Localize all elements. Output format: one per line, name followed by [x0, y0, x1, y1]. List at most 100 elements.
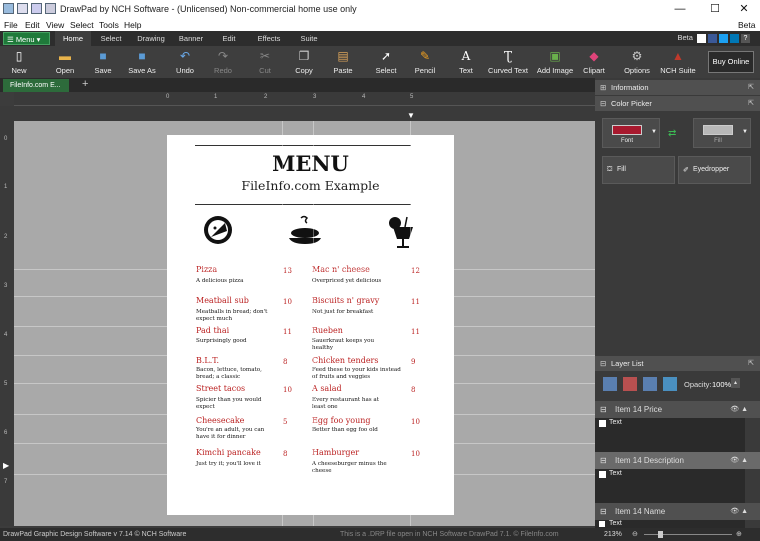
visibility-icon[interactable]: 👁 ▲ [730, 452, 748, 469]
item-price[interactable]: 9 [411, 358, 415, 366]
tab-drawing[interactable]: Drawing [131, 31, 171, 46]
checkbox-icon[interactable] [599, 471, 606, 478]
item-name[interactable]: Chicken tenders [312, 356, 378, 365]
pin-icon[interactable]: ⇱ [748, 80, 754, 95]
like-icon[interactable] [697, 33, 706, 43]
pin-icon[interactable]: ⇱ [748, 96, 754, 111]
item-name[interactable]: Cheesecake [196, 416, 244, 425]
item-price[interactable]: 8 [283, 358, 287, 366]
menu-help[interactable]: Help [124, 20, 141, 30]
zoom-level[interactable]: 213% [604, 531, 622, 538]
eyedropper-button[interactable]: ✐ Eyedropper [678, 156, 751, 184]
linkedin-icon[interactable] [730, 33, 739, 43]
swap-colors-icon[interactable]: ⇄ [668, 128, 676, 139]
item-price[interactable]: 10 [411, 418, 420, 426]
menu-tools[interactable]: Tools [99, 20, 119, 30]
item-name[interactable]: Egg foo young [312, 416, 371, 425]
item-price[interactable]: 8 [283, 450, 287, 458]
item-description[interactable]: Surprisingly good [196, 338, 276, 345]
tab-home[interactable]: Home [55, 31, 91, 46]
open-button[interactable]: ▬ Open [50, 46, 80, 78]
redo-button[interactable]: ↷ Redo [208, 46, 238, 78]
item-name[interactable]: Meatball sub [196, 296, 249, 305]
font-color-picker[interactable]: Font ▼ [602, 118, 660, 148]
opacity-stepper-icon[interactable]: ▴ [731, 378, 740, 388]
quick-undo-icon[interactable] [31, 3, 42, 14]
checkbox-icon[interactable] [599, 521, 605, 527]
item-description[interactable]: Every restaurant has at least one [312, 397, 392, 410]
item-name[interactable]: B.L.T. [196, 356, 219, 365]
quick-new-icon[interactable] [17, 3, 28, 14]
save-button[interactable]: ■ Save [88, 46, 118, 78]
ruler-v-marker-icon[interactable]: ▶ [3, 461, 9, 470]
menu-file[interactable]: File [4, 20, 18, 30]
item-price[interactable]: 10 [283, 298, 292, 306]
layer-item-14-name[interactable]: ⊟ Item 14 Name 👁 ▲ [595, 503, 760, 520]
item-description[interactable]: Feed these to your kids instead of fruit… [312, 367, 407, 380]
tab-edit[interactable]: Edit [211, 31, 247, 46]
item-price[interactable]: 8 [411, 386, 415, 394]
item-name[interactable]: Kimchi pancake [196, 448, 261, 457]
layer-ungroup-icon[interactable] [663, 377, 677, 391]
information-panel-header[interactable]: ⊞ Information ⇱ [595, 80, 760, 95]
paste-button[interactable]: ▤ Paste [328, 46, 358, 78]
item-description[interactable]: Meatballs in bread; don't expect much [196, 309, 276, 322]
item-name[interactable]: A salad [312, 384, 342, 393]
tab-select[interactable]: Select [93, 31, 129, 46]
item-price[interactable]: 11 [411, 298, 420, 306]
item-name[interactable]: Street tacos [196, 384, 245, 393]
tab-suite[interactable]: Suite [291, 31, 327, 46]
item-description[interactable]: A cheeseburger minus the cheese [312, 461, 392, 474]
select-button[interactable]: ➚ Select [372, 46, 400, 78]
item-name[interactable]: Pad thai [196, 326, 229, 335]
item-name[interactable]: Rueben [312, 326, 343, 335]
menu-button[interactable]: ☰ Menu ▾ [3, 32, 50, 45]
layer-group-icon[interactable] [643, 377, 657, 391]
ruler-marker-icon[interactable]: ▼ [407, 111, 415, 120]
text-button[interactable]: A Text [453, 46, 479, 78]
save-as-button[interactable]: ■ Save As [124, 46, 160, 78]
item-description[interactable]: Sauerkraut keeps you healthy [312, 338, 392, 351]
document-tab[interactable]: FileInfo.com E... [3, 79, 69, 92]
item-description[interactable]: A delicious pizza [196, 278, 276, 285]
layer-move-down-icon[interactable] [623, 377, 637, 391]
new-button[interactable]: ▯ New [6, 46, 32, 78]
tab-banner[interactable]: Banner [173, 31, 209, 46]
item-description[interactable]: Bacon, lettuce, tomato, bread; a classic [196, 367, 276, 380]
canvas[interactable]: MENU FileInfo.com Example Pizza 13 A del… [14, 121, 595, 526]
item-description[interactable]: Just try it; you'll love it [196, 461, 276, 468]
item-price[interactable]: 10 [411, 450, 420, 458]
curved-text-button[interactable]: Ʈ Curved Text [486, 46, 530, 78]
pin-icon[interactable]: ⇱ [748, 356, 754, 371]
undo-button[interactable]: ↶ Undo [170, 46, 200, 78]
minimize-button[interactable]: — [662, 0, 698, 19]
menu-view[interactable]: View [46, 20, 64, 30]
buy-online-button[interactable]: Buy Online [708, 51, 754, 73]
layer-move-up-icon[interactable] [603, 377, 617, 391]
zoom-in-icon[interactable]: ⊕ [736, 530, 742, 538]
item-name[interactable]: Biscuits n' gravy [312, 296, 379, 305]
checkbox-icon[interactable] [599, 420, 606, 427]
item-name[interactable]: Hamburger [312, 448, 359, 457]
item-price[interactable]: 5 [283, 418, 287, 426]
zoom-slider-thumb[interactable] [658, 531, 663, 538]
layer-item-14-price[interactable]: ⊟ Item 14 Price 👁 ▲ [595, 401, 760, 418]
help-icon[interactable]: ? [741, 33, 750, 43]
visibility-icon[interactable]: 👁 ▲ [730, 503, 748, 520]
twitter-icon[interactable] [719, 33, 728, 43]
options-button[interactable]: ⚙ Options [622, 46, 652, 78]
quick-redo-icon[interactable] [45, 3, 56, 14]
fill-button[interactable]: ⛋ Fill [602, 156, 675, 184]
add-image-button[interactable]: ▣ Add Image [536, 46, 574, 78]
item-price[interactable]: 10 [283, 386, 292, 394]
item-description[interactable]: Spicier than you would expect [196, 397, 276, 410]
layer-item-14-description[interactable]: ⊟ Item 14 Description 👁 ▲ [595, 452, 760, 469]
item-description[interactable]: Not just for breakfast [312, 309, 392, 316]
opacity-value[interactable]: 100% [712, 380, 731, 389]
close-button[interactable]: ✕ [726, 0, 760, 19]
item-description[interactable]: Better than egg foo old [312, 427, 407, 434]
item-description[interactable]: Overpriced yet delicious [312, 278, 392, 285]
cocktail-icon[interactable] [387, 215, 417, 251]
item-description[interactable]: You're an adult, you can have it for din… [196, 427, 276, 440]
fill-color-picker[interactable]: Fill ▼ [693, 118, 751, 148]
